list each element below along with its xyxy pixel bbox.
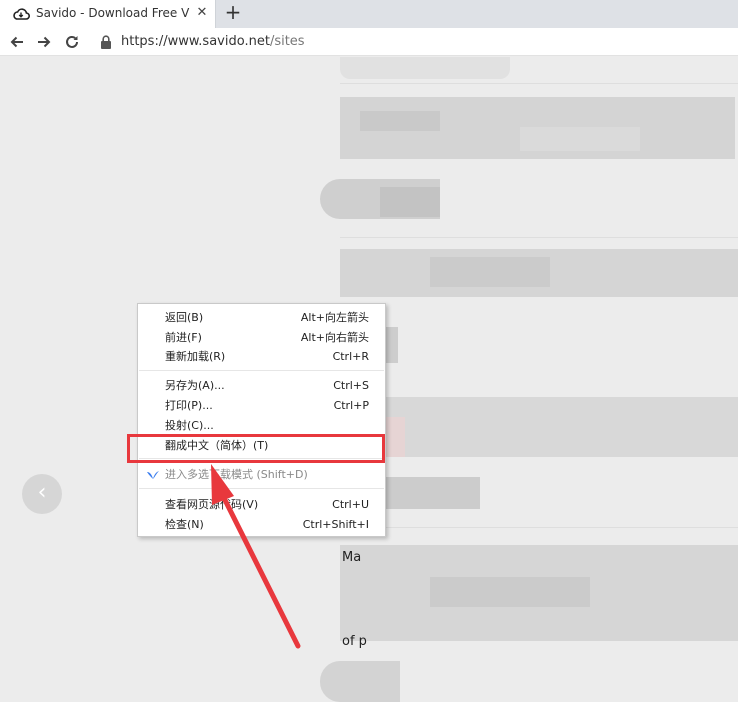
- menu-item-shortcut: Alt+向右箭头: [300, 331, 369, 344]
- menu-item-forward[interactable]: 前进(F) Alt+向右箭头: [138, 328, 385, 348]
- carousel-prev-button[interactable]: ‹: [22, 474, 62, 514]
- tab-title: Savido - Download Free Videos: [36, 6, 190, 20]
- context-menu: 返回(B) Alt+向左箭头 前进(F) Alt+向右箭头 重新加载(R) Ct…: [137, 303, 386, 537]
- menu-separator: [139, 488, 384, 489]
- menu-item-label: 进入多选下载模式 (Shift+D): [165, 468, 308, 481]
- forward-arrow-icon[interactable]: [33, 31, 55, 53]
- chevron-left-icon: ‹: [37, 480, 47, 505]
- browser-toolbar: https://www.savido.net/sites: [0, 28, 738, 56]
- menu-item-shortcut: Alt+向左箭头: [300, 311, 369, 324]
- menu-item-shortcut: Ctrl+P: [333, 399, 369, 412]
- url-path: /sites: [269, 34, 305, 49]
- pixelated-block: [320, 661, 400, 702]
- menu-item-inspect[interactable]: 检查(N) Ctrl+Shift+I: [138, 515, 385, 535]
- menu-item-cast[interactable]: 投射(C)...: [138, 416, 385, 436]
- divider: [340, 527, 738, 528]
- menu-item-reload[interactable]: 重新加载(R) Ctrl+R: [138, 347, 385, 367]
- plus-icon[interactable]: +: [222, 2, 244, 24]
- tab-strip: Savido - Download Free Videos ✕ +: [0, 0, 738, 28]
- menu-item-view-source[interactable]: 查看网页源代码(V) Ctrl+U: [138, 495, 385, 515]
- menu-item-label: 返回(B): [165, 311, 204, 324]
- menu-item-label: 重新加载(R): [165, 350, 226, 363]
- menu-item-label: 投射(C)...: [165, 419, 214, 432]
- menu-item-save-as[interactable]: 另存为(A)... Ctrl+S: [138, 376, 385, 396]
- address-bar[interactable]: https://www.savido.net/sites: [121, 34, 305, 49]
- menu-item-label: 另存为(A)...: [165, 379, 225, 392]
- bird-icon: [147, 471, 159, 479]
- menu-item-shortcut: Ctrl+U: [332, 498, 369, 511]
- menu-item-label: 前进(F): [165, 331, 202, 344]
- browser-tab[interactable]: Savido - Download Free Videos ✕: [0, 0, 216, 28]
- cloud-favicon-icon: [13, 8, 30, 20]
- pixelated-block: [340, 57, 510, 79]
- menu-item-shortcut: Ctrl+Shift+I: [302, 518, 369, 531]
- menu-item-back[interactable]: 返回(B) Alt+向左箭头: [138, 308, 385, 328]
- pixelated-block: [380, 477, 480, 509]
- pixelated-block: [430, 577, 590, 607]
- reload-icon[interactable]: [61, 31, 83, 53]
- page-text-fragment: Ma: [342, 550, 362, 565]
- back-arrow-icon[interactable]: [6, 31, 28, 53]
- page-text-fragment: of p: [342, 634, 367, 649]
- menu-item-multi-download[interactable]: 进入多选下载模式 (Shift+D): [138, 465, 385, 485]
- pixelated-block: [360, 111, 440, 131]
- menu-item-label: 打印(P)...: [165, 399, 213, 412]
- menu-item-label: 查看网页源代码(V): [165, 498, 259, 511]
- divider: [340, 83, 738, 84]
- lock-icon: [101, 35, 111, 49]
- pixelated-block: [385, 417, 405, 457]
- menu-separator: [139, 370, 384, 371]
- close-icon[interactable]: ✕: [194, 5, 210, 21]
- menu-item-shortcut: Ctrl+S: [333, 379, 369, 392]
- url-host: https://www.savido.net: [121, 34, 270, 49]
- pixelated-block: [430, 257, 550, 287]
- menu-item-shortcut: Ctrl+R: [332, 350, 369, 363]
- divider: [340, 237, 738, 238]
- pixelated-block: [380, 397, 738, 457]
- highlight-box: [127, 434, 385, 463]
- menu-item-label: 检查(N): [165, 518, 204, 531]
- pixelated-block: [380, 187, 440, 217]
- menu-item-print[interactable]: 打印(P)... Ctrl+P: [138, 396, 385, 416]
- pixelated-block: [520, 127, 640, 151]
